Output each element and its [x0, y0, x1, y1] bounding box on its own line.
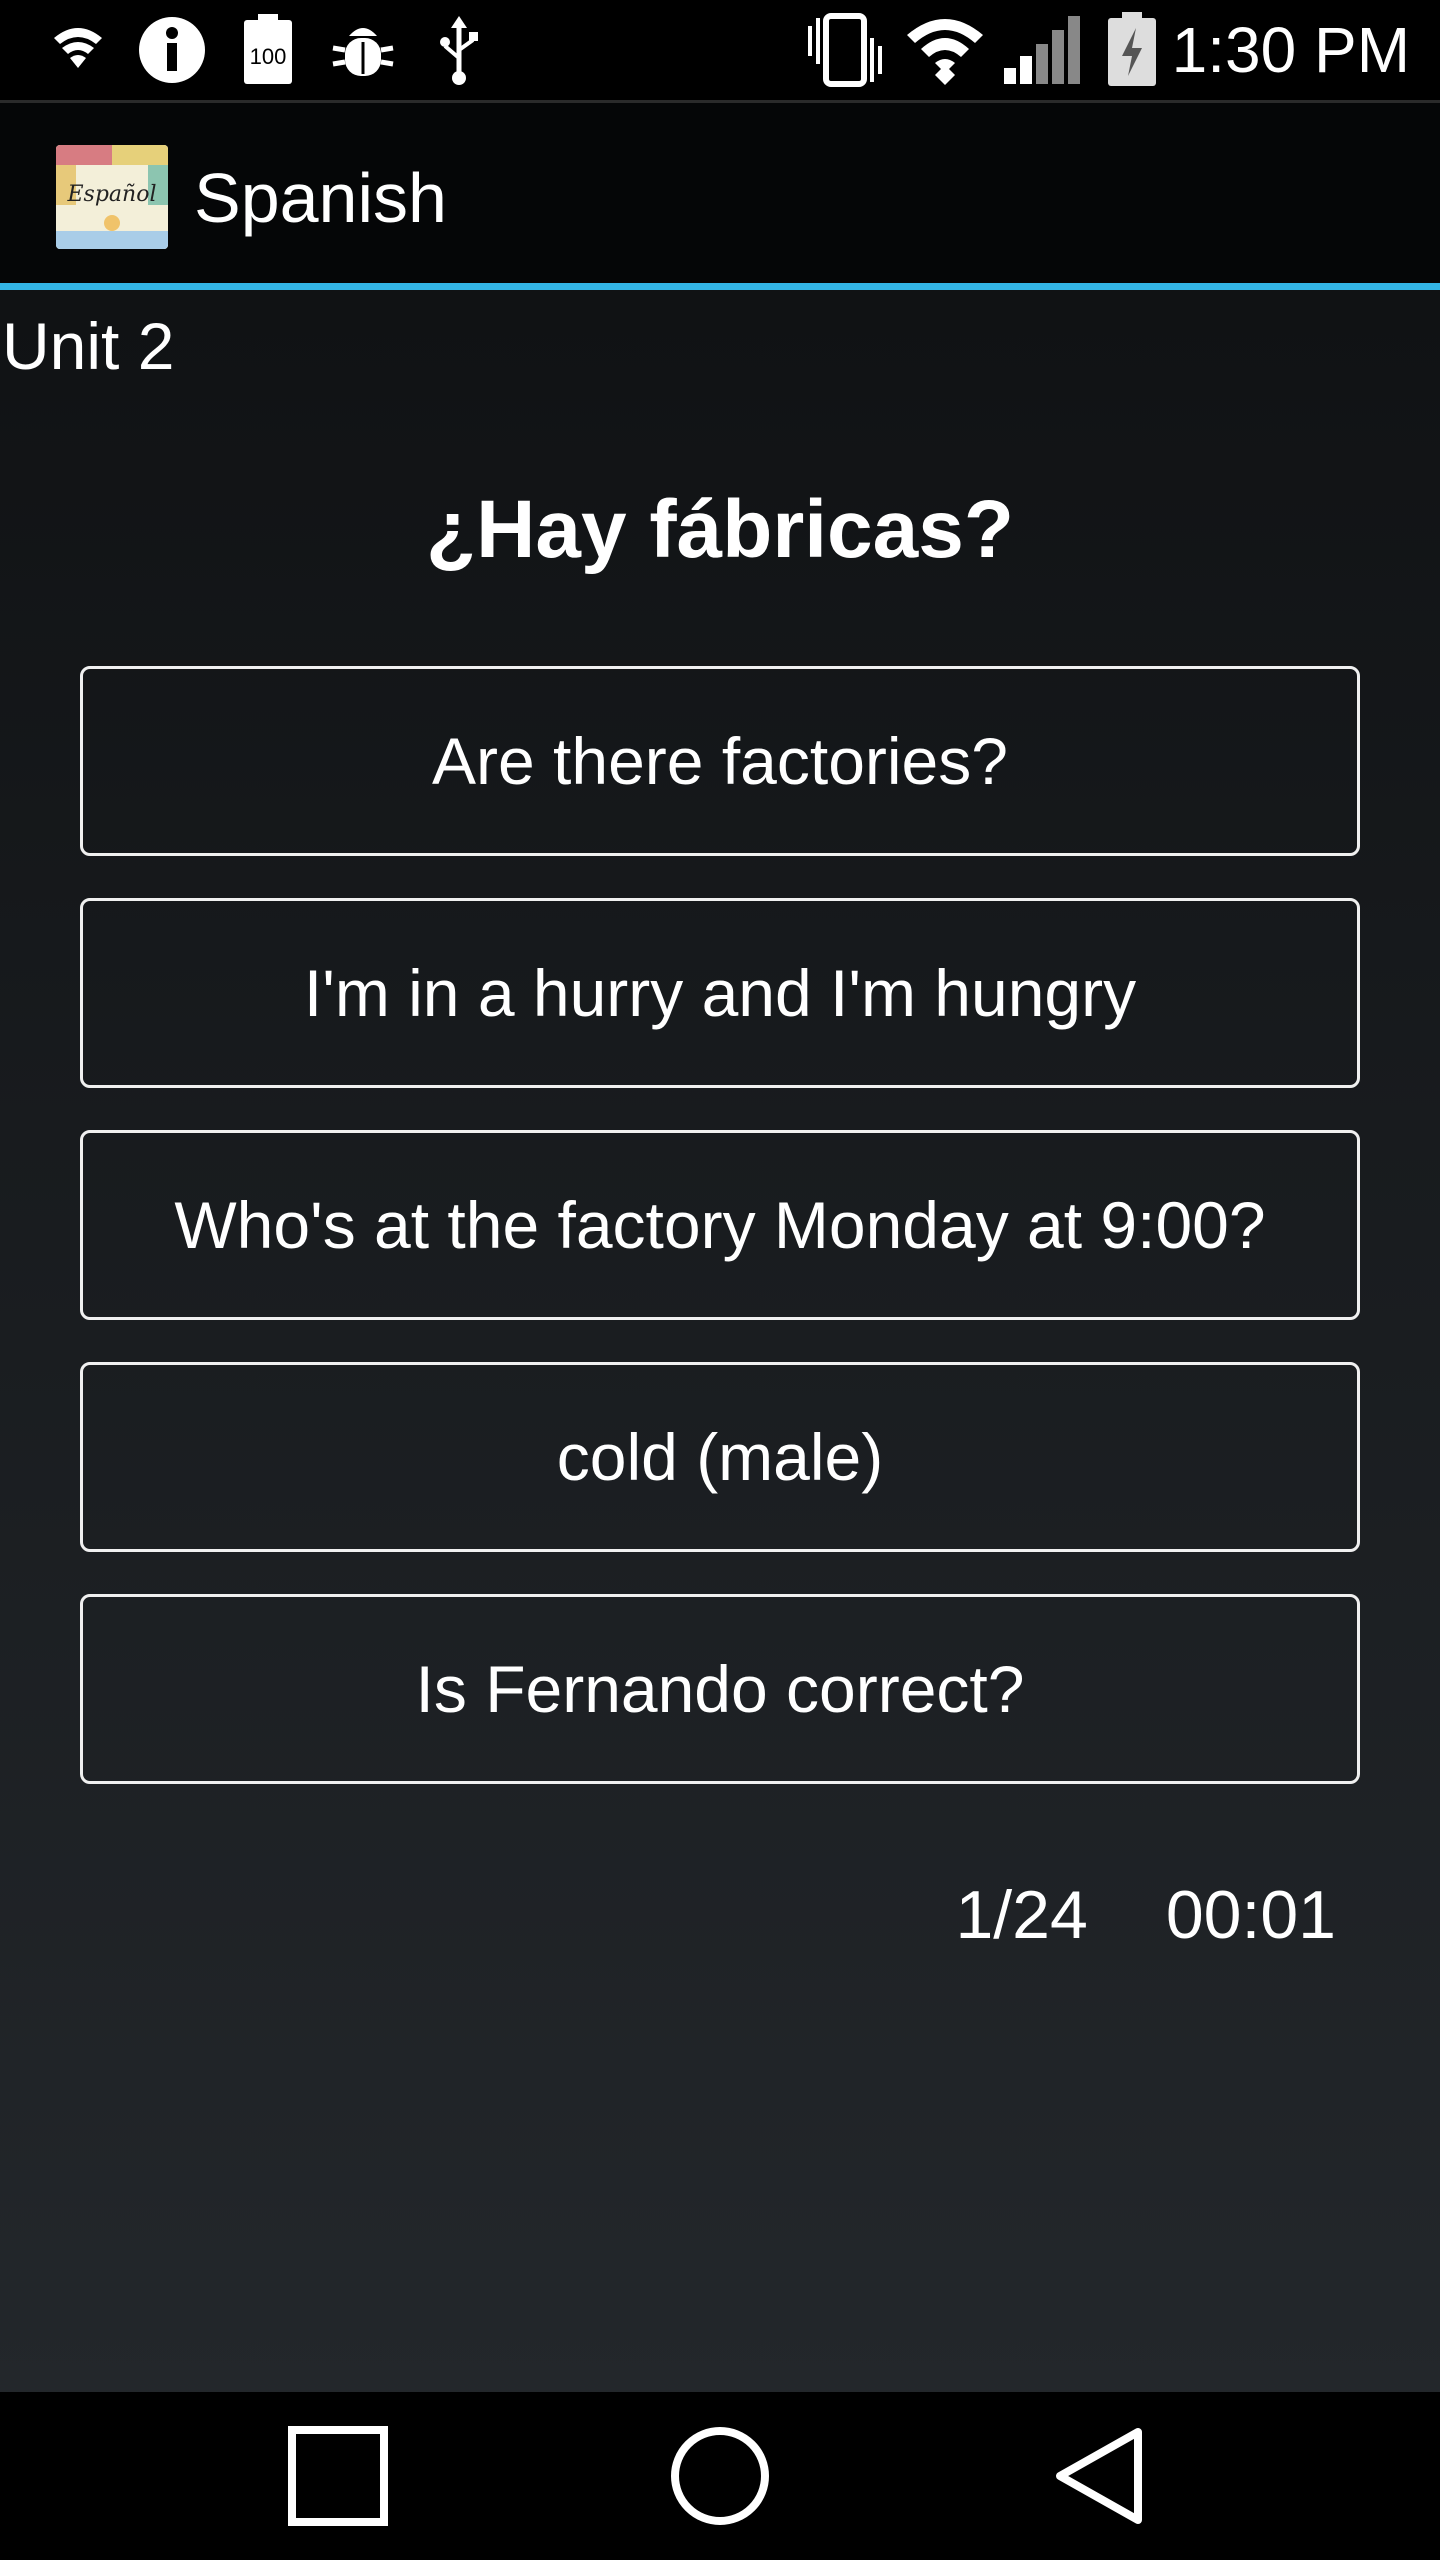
- home-button[interactable]: [630, 2392, 810, 2560]
- app-logo-icon[interactable]: Español: [56, 145, 168, 249]
- home-icon: [671, 2427, 769, 2525]
- lookout-shield-icon: [48, 12, 108, 88]
- vibrate-icon: [800, 12, 890, 88]
- battery-100-icon: 100: [240, 12, 296, 88]
- answer-button-4[interactable]: cold (male): [80, 1362, 1360, 1552]
- app-title: Spanish: [194, 159, 447, 237]
- app-logo-text: Español: [67, 182, 157, 207]
- action-bar-divider: [0, 283, 1440, 290]
- unit-label: Unit 2: [2, 309, 175, 383]
- quiz-timer: 00:01: [1165, 1877, 1336, 1953]
- info-icon: [136, 12, 208, 88]
- battery-percent-label: 100: [250, 44, 287, 69]
- question-progress: 1/24: [955, 1877, 1088, 1953]
- answer-button-1[interactable]: Are there factories?: [80, 666, 1360, 856]
- action-bar: Español Spanish: [0, 100, 1440, 286]
- quiz-content: Unit 2 ¿Hay fábricas? Are there factorie…: [0, 290, 1440, 2392]
- clock-time: 1:30 PM: [1171, 14, 1410, 86]
- quiz-status: 1/24 00:01: [955, 1875, 1336, 1955]
- cell-signal-icon: [1000, 12, 1090, 88]
- navigation-bar: [0, 2392, 1440, 2560]
- answer-button-5[interactable]: Is Fernando correct?: [80, 1594, 1360, 1784]
- answer-list: Are there factories? I'm in a hurry and …: [80, 666, 1360, 1826]
- battery-charging-icon: [1104, 12, 1160, 88]
- back-button[interactable]: [1012, 2392, 1192, 2560]
- status-bar: 100 1:30 PM: [0, 0, 1440, 100]
- usb-icon: [432, 12, 486, 88]
- back-icon: [1056, 2428, 1142, 2524]
- debug-bug-icon: [328, 12, 398, 88]
- answer-button-3[interactable]: Who's at the factory Monday at 9:00?: [80, 1130, 1360, 1320]
- wifi-icon: [905, 12, 985, 88]
- recent-apps-button[interactable]: [248, 2392, 428, 2560]
- recent-apps-icon: [288, 2426, 388, 2526]
- answer-button-2[interactable]: I'm in a hurry and I'm hungry: [80, 898, 1360, 1088]
- question-text: ¿Hay fábricas?: [426, 484, 1014, 575]
